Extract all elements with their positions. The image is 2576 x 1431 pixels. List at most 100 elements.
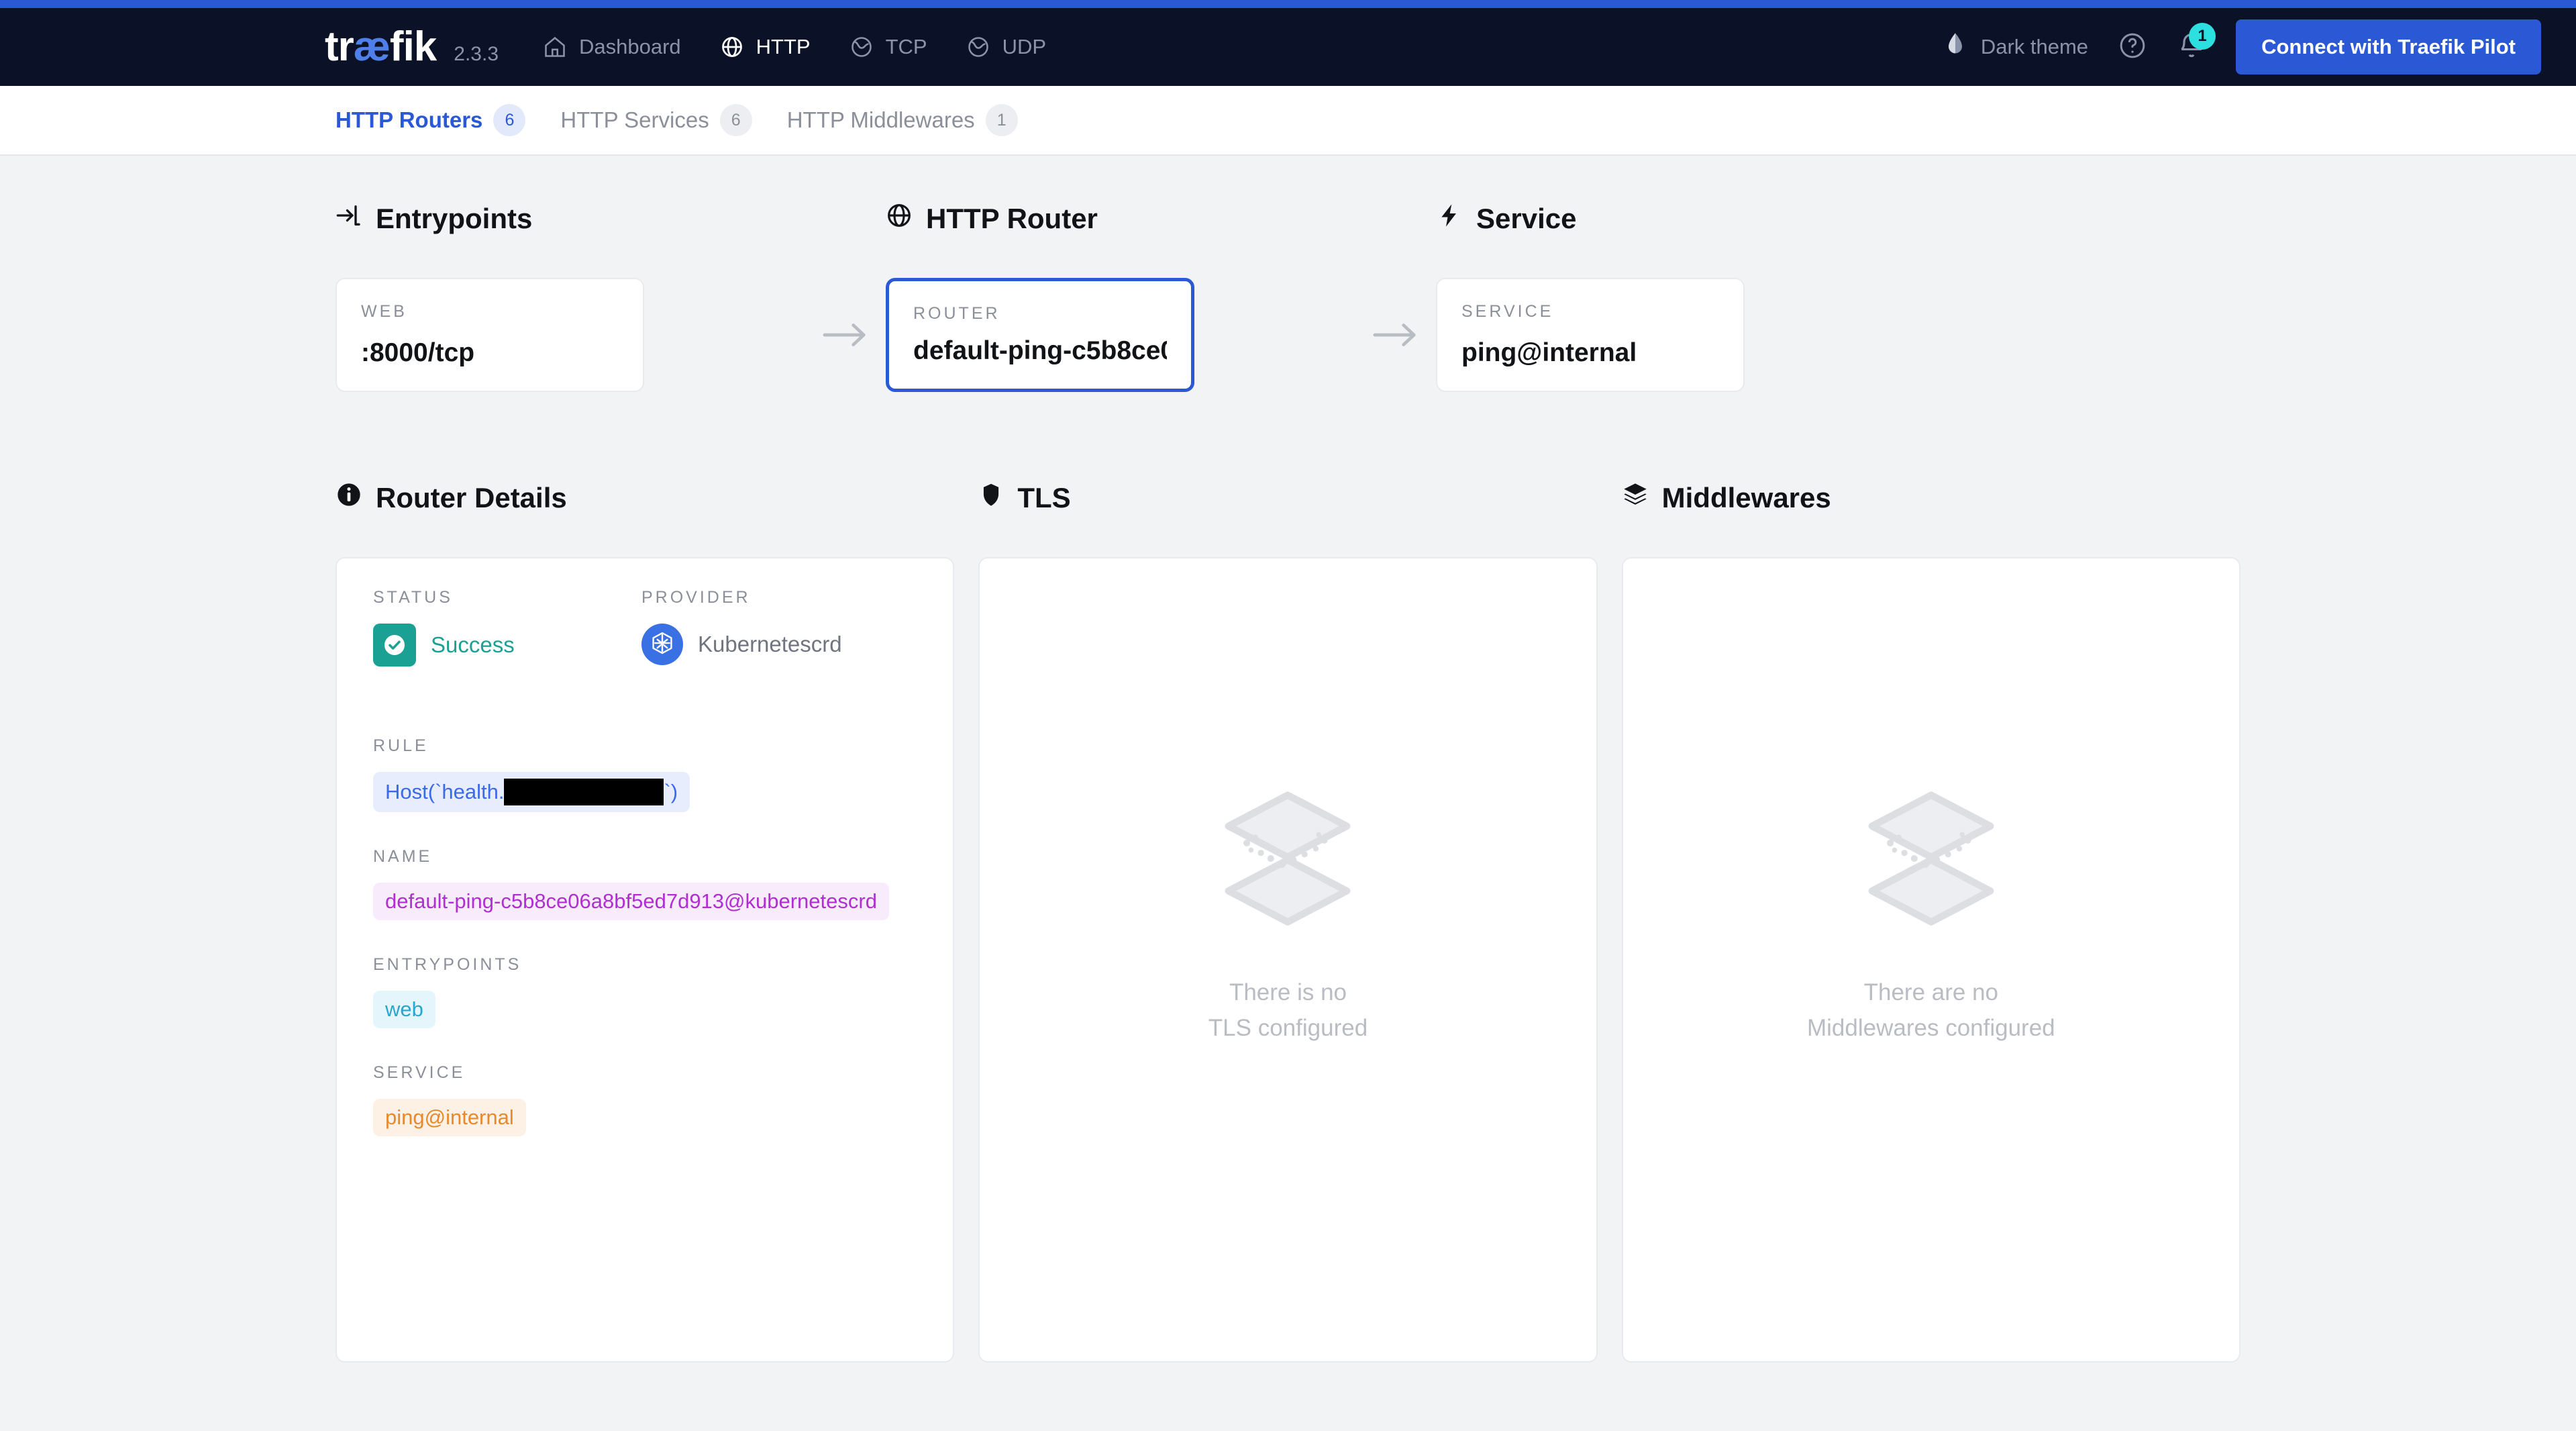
nav-item-http[interactable]: HTTP (720, 35, 811, 59)
entrypoints-label: ENTRYPOINTS (373, 955, 522, 974)
app-header: træfik 2.3.3 Dashboard HTTP TCP UDP Dark… (0, 8, 2576, 86)
flow-arrow-2 (1355, 278, 1436, 392)
empty-layers-illustration (1861, 787, 2002, 931)
layers-icon (1622, 481, 1649, 515)
flow-section-router: HTTP Router ROUTER default-ping-c5b8ce06… (886, 200, 1355, 392)
notifications-button[interactable]: 1 (2177, 22, 2216, 64)
rule-label: RULE (373, 736, 429, 755)
entrypoint-chip: web (373, 991, 435, 1028)
nav-label-dashboard: Dashboard (579, 35, 681, 58)
provider-value-row: Kubernetescrd (641, 624, 842, 665)
nav-item-tcp[interactable]: TCP (849, 35, 927, 59)
status-value-row: Success (373, 624, 641, 667)
traefik-logo[interactable]: træfik 2.3.3 (325, 26, 499, 68)
tab-count-http-services: 6 (719, 104, 752, 136)
empty-layers-illustration (1217, 787, 1358, 931)
entrypoints-title: Entrypoints (376, 203, 533, 234)
tab-http-services[interactable]: HTTP Services 6 (560, 104, 752, 136)
logo-prefix: tr (325, 23, 354, 70)
tab-label-http-middlewares: HTTP Middlewares (786, 107, 975, 132)
flow-section-service: Service SERVICE ping@internal (1436, 200, 1906, 392)
connect-traefik-pilot-button[interactable]: Connect with Traefik Pilot (2236, 19, 2541, 75)
name-label: NAME (373, 847, 433, 866)
entrypoint-card-value: :8000/tcp (361, 338, 475, 367)
tls-empty-text: There is no TLS configured (1208, 975, 1368, 1046)
home-icon (543, 35, 567, 59)
router-details-panel: STATUS Success PROVIDER Kubernetescrd RU… (336, 557, 955, 1363)
dark-theme-toggle[interactable]: Dark theme (1942, 31, 2088, 63)
version-label: 2.3.3 (454, 43, 499, 65)
tab-http-middlewares[interactable]: HTTP Middlewares 1 (787, 104, 1018, 136)
nav-label-udp: UDP (1002, 35, 1047, 58)
router-details-column: Router Details STATUS Success PROVIDER K… (336, 479, 955, 1363)
nav-label-http: HTTP (756, 35, 811, 58)
tab-label-http-routers: HTTP Routers (336, 107, 483, 132)
dark-theme-label: Dark theme (1980, 35, 2089, 58)
contrast-droplet-icon (1942, 31, 1969, 63)
lightning-icon (1436, 202, 1463, 236)
router-flow: Entrypoints WEB :8000/tcp HTTP Router RO… (336, 156, 2240, 392)
tls-empty-line-2: TLS configured (1208, 1014, 1368, 1041)
router-details-title: Router Details (376, 482, 567, 513)
middlewares-title: Middlewares (1661, 482, 1831, 513)
kubernetes-icon (641, 624, 683, 665)
notification-badge: 1 (2189, 22, 2216, 50)
tab-http-routers[interactable]: HTTP Routers 6 (336, 104, 526, 136)
tls-empty-line-1: There is no (1229, 979, 1347, 1005)
flow-arrow-1 (805, 278, 886, 392)
name-chip: default-ping-c5b8ce06a8bf5ed7d913@kubern… (373, 883, 889, 920)
service-title: Service (1476, 203, 1577, 234)
middlewares-panel: There are no Middlewares configured (1621, 557, 2240, 1363)
router-card-label: ROUTER (913, 304, 1000, 323)
globe-curve-icon (966, 35, 990, 59)
tls-title: TLS (1017, 482, 1071, 513)
logo-text: træfik (325, 23, 437, 70)
shield-icon (978, 482, 1004, 514)
nav-item-udp[interactable]: UDP (966, 35, 1046, 59)
tls-column: TLS There is no TLS configured (978, 479, 1598, 1363)
tls-panel: There is no TLS configured (978, 557, 1598, 1363)
main-nav: Dashboard HTTP TCP UDP (543, 35, 1046, 59)
service-block: SERVICE ping@internal (373, 1063, 917, 1136)
entrypoint-card-label: WEB (361, 302, 407, 321)
top-accent-strip (0, 0, 2576, 8)
provider-label: PROVIDER (641, 588, 751, 607)
status-badge (373, 624, 416, 667)
middlewares-empty-line-1: There are no (1863, 979, 1999, 1005)
status-label: STATUS (373, 588, 453, 607)
detail-row: Router Details STATUS Success PROVIDER K… (336, 392, 2240, 1363)
globe-icon (886, 202, 913, 236)
router-details-heading: Router Details (336, 479, 954, 517)
middlewares-empty-state: There are no Middlewares configured (1807, 558, 2055, 1046)
tls-heading: TLS (978, 479, 1597, 517)
http-router-title: HTTP Router (926, 203, 1098, 234)
globe-icon (720, 35, 744, 59)
info-icon (336, 481, 362, 515)
help-button[interactable] (2118, 31, 2147, 64)
nav-item-dashboard[interactable]: Dashboard (543, 35, 681, 59)
middlewares-column: Middlewares There are no Middlewares con… (1621, 479, 2240, 1363)
status-provider-row: STATUS Success PROVIDER Kubernetescrd (373, 588, 917, 701)
rule-block: RULE Host(`health. `) (373, 736, 917, 812)
service-card-value: ping@internal (1461, 338, 1637, 367)
service-card[interactable]: SERVICE ping@internal (1436, 278, 1745, 392)
tab-count-http-middlewares: 1 (985, 104, 1018, 136)
entrypoints-heading: Entrypoints (336, 200, 805, 238)
name-block: NAME default-ping-c5b8ce06a8bf5ed7d913@k… (373, 847, 917, 920)
logo-suffix: fik (389, 23, 437, 70)
rule-prefix: Host(`health. (385, 780, 505, 803)
tab-count-http-routers: 6 (493, 104, 526, 136)
middlewares-heading: Middlewares (1622, 479, 2240, 517)
tab-bar: HTTP Routers 6 HTTP Services 6 HTTP Midd… (0, 86, 2576, 156)
question-circle-icon (2118, 31, 2147, 64)
entrypoints-block: ENTRYPOINTS web (373, 955, 917, 1028)
provider-block: PROVIDER Kubernetescrd (641, 588, 842, 667)
router-card[interactable]: ROUTER default-ping-c5b8ce06... (886, 278, 1194, 392)
entrypoint-card[interactable]: WEB :8000/tcp (336, 278, 644, 392)
status-block: STATUS Success (373, 588, 641, 667)
tls-empty-state: There is no TLS configured (1208, 558, 1368, 1046)
service-card-label: SERVICE (1461, 302, 1554, 321)
nav-label-tcp: TCP (885, 35, 927, 58)
rule-suffix: `) (664, 780, 678, 803)
middlewares-empty-line-2: Middlewares configured (1807, 1014, 2055, 1041)
